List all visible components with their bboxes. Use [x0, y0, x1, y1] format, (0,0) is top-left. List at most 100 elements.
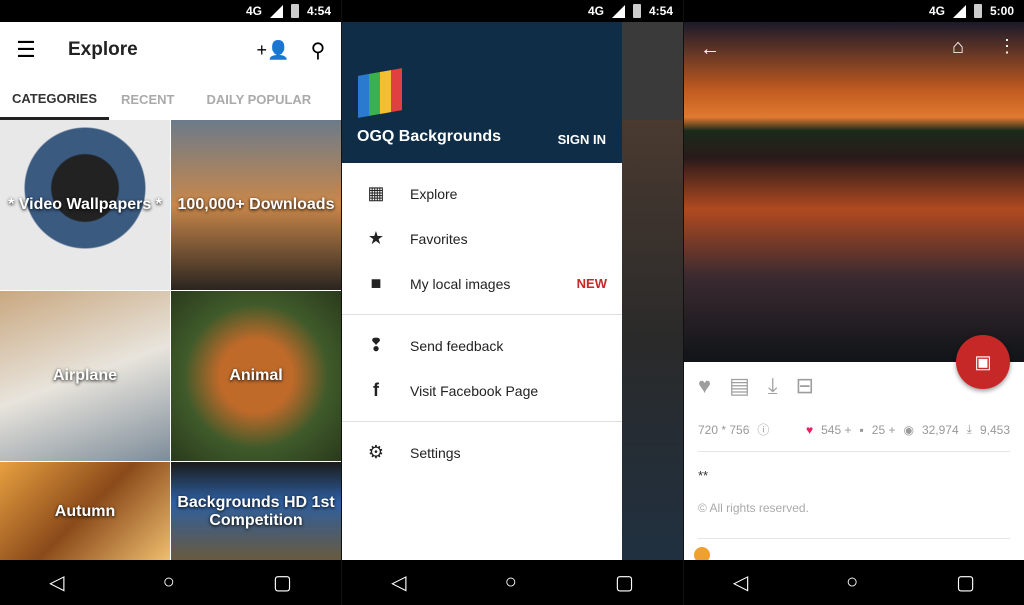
comment-count-icon: ▪	[859, 422, 864, 437]
detail-screen: 4G 5:00 ← ⌂ ⋮ ▣ ♥ ▤ ⤓ ⊟ 720 * 756 ⓘ ♥ 545 + ▪ 2…	[684, 0, 1024, 605]
description: **	[698, 468, 709, 483]
feedback-icon: ❢	[368, 335, 384, 355]
view-count: 32,974	[921, 422, 959, 437]
divider	[342, 421, 622, 422]
facebook-icon: f	[373, 380, 379, 400]
add-person-icon[interactable]: +👤	[251, 40, 295, 61]
divider	[342, 314, 622, 315]
wallpaper-image[interactable]	[684, 22, 1024, 362]
copyright-text: All rights reserved.	[709, 501, 809, 515]
drawer-item-explore[interactable]: ▦ Explore	[342, 171, 622, 216]
sign-in-button[interactable]: SIGN IN	[558, 132, 606, 147]
app-bar: ☰ Explore +👤 ⚲	[0, 22, 341, 78]
item-label: Favorites	[410, 230, 468, 247]
divider	[698, 451, 1010, 452]
recents-icon[interactable]: ▢	[273, 570, 292, 595]
download-icon[interactable]: ⤓	[768, 373, 778, 399]
menu-icon[interactable]: ☰	[0, 37, 52, 63]
drawer-item-facebook[interactable]: f Visit Facebook Page	[342, 368, 622, 413]
nav-bar: ◁ ○ ▢	[0, 560, 341, 605]
drawer-item-favorites[interactable]: ★ Favorites	[342, 216, 622, 261]
more-icon[interactable]: ⋮	[998, 36, 1016, 57]
navigation-drawer: OGQ Backgrounds SIGN IN ▦ Explore ★ Favori…	[342, 22, 622, 560]
copyright: © All rights reserved.	[698, 501, 809, 515]
home-icon[interactable]: ○	[846, 571, 858, 594]
home-icon[interactable]: ○	[163, 571, 175, 594]
drawer-item-feedback[interactable]: ❢ Send feedback	[342, 323, 622, 368]
recents-icon[interactable]: ▢	[615, 570, 634, 595]
gear-icon: ⚙	[367, 442, 385, 462]
divider	[698, 538, 1010, 539]
resolution: 720 * 756	[698, 422, 750, 437]
tab-recent[interactable]: RECENT	[109, 92, 186, 107]
nav-bar: ◁ ○ ▢	[342, 560, 683, 605]
tab-categories[interactable]: CATEGORIES	[0, 78, 109, 120]
category-tile[interactable]: Animal	[171, 291, 341, 461]
folder-icon: ■	[370, 273, 382, 293]
heart-icon: ♥	[806, 422, 814, 437]
star-icon: ★	[367, 228, 385, 248]
tab-daily-popular[interactable]: DAILY POPULAR	[194, 92, 323, 107]
back-arrow-icon[interactable]: ←	[700, 38, 720, 61]
battery-icon	[632, 4, 641, 18]
category-label: 100,000+ Downloads	[177, 196, 335, 213]
stats-row: 720 * 756 ⓘ ♥ 545 + ▪ 25 + ◉ 32,974 ⤓ 9,453	[698, 421, 1010, 438]
category-label: Autumn	[54, 503, 116, 520]
category-tile[interactable]: Airplane	[0, 291, 170, 461]
page-title: Explore	[68, 39, 138, 60]
category-label: Animal	[229, 367, 283, 384]
category-label: Backgrounds HD 1st Competition	[177, 494, 335, 529]
drawer-item-local-images[interactable]: ■ My local images NEW	[342, 261, 622, 306]
gift-icon[interactable]: ⊟	[796, 373, 814, 399]
app-name: OGQ Backgrounds	[357, 128, 502, 145]
item-label: Visit Facebook Page	[410, 382, 539, 399]
category-tile[interactable]: Autumn	[0, 462, 170, 562]
search-icon[interactable]: ⚲	[295, 38, 341, 63]
action-row: ♥ ▤ ⤓ ⊟	[698, 373, 814, 399]
drawer-header: OGQ Backgrounds SIGN IN	[342, 22, 622, 163]
comment-count: 25 +	[871, 422, 896, 437]
category-label: * Video Wallpapers *	[8, 196, 162, 213]
grid-icon: ▦	[367, 183, 385, 203]
explore-screen: 4G 4:54 ☰ Explore +👤 ⚲ CATEGORIES RECENT …	[0, 0, 341, 605]
signal-icon	[952, 4, 966, 18]
item-label: Send feedback	[410, 337, 504, 354]
status-bar: 4G 5:00	[684, 0, 1024, 22]
battery-icon	[290, 4, 299, 18]
clock: 5:00	[989, 4, 1014, 18]
download-count-icon: ⤓	[966, 422, 972, 436]
status-bar: 4G 4:54	[342, 0, 683, 22]
scrim[interactable]	[622, 120, 683, 560]
category-tile[interactable]: 100,000+ Downloads	[171, 120, 341, 290]
category-grid: * Video Wallpapers * 100,000+ Downloads …	[0, 120, 341, 562]
item-label: Settings	[410, 444, 461, 461]
item-label: Explore	[410, 185, 458, 202]
tab-bar: CATEGORIES RECENT DAILY POPULAR	[0, 78, 341, 120]
home-icon[interactable]: ○	[505, 571, 517, 594]
back-icon[interactable]: ◁	[391, 570, 406, 595]
set-wallpaper-fab[interactable]: ▣	[956, 335, 1010, 389]
download-count: 9,453	[979, 422, 1010, 437]
back-icon[interactable]: ◁	[733, 570, 748, 595]
back-icon[interactable]: ◁	[49, 570, 64, 595]
recents-icon[interactable]: ▢	[956, 570, 975, 595]
battery-icon	[973, 4, 982, 18]
clock: 4:54	[306, 4, 331, 18]
category-tile[interactable]: * Video Wallpapers *	[0, 120, 170, 290]
status-bar: 4G 4:54	[0, 0, 341, 22]
item-label: My local images	[410, 275, 511, 292]
category-tile[interactable]: Backgrounds HD 1st Competition	[171, 462, 341, 562]
app-logo	[358, 68, 402, 118]
drawer-item-settings[interactable]: ⚙ Settings	[342, 430, 622, 475]
nav-bar: ◁ ○ ▢	[684, 560, 1024, 605]
comment-icon[interactable]: ▤	[729, 373, 750, 399]
network-label: 4G	[587, 4, 604, 18]
home-icon[interactable]: ⌂	[952, 36, 964, 59]
category-label: Airplane	[52, 367, 117, 384]
signal-icon	[611, 4, 625, 18]
like-icon[interactable]: ♥	[698, 373, 711, 399]
info-icon[interactable]: ⓘ	[757, 421, 769, 438]
new-badge: NEW	[576, 276, 607, 291]
network-label: 4G	[928, 4, 945, 18]
signal-icon	[269, 4, 283, 18]
